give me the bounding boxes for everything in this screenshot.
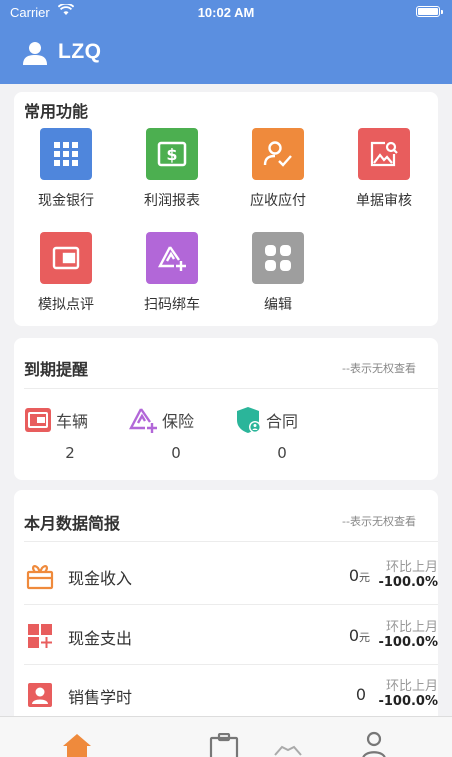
handshake-icon[interactable] [274, 743, 302, 757]
tiles-icon [252, 232, 304, 284]
func-scan-bind-car[interactable]: 扫码绑车 [127, 232, 217, 314]
grid-apps-icon [40, 128, 92, 180]
func-label: 扫码绑车 [144, 297, 200, 313]
due-item-insurance[interactable]: 保险 0 [128, 406, 238, 466]
home-icon[interactable] [62, 733, 92, 757]
stat-compare-label: 环比上月 [385, 679, 438, 694]
shield-user-icon [237, 407, 261, 433]
func-label: 现金银行 [38, 193, 94, 209]
stat-compare-value: -100.0% [378, 635, 438, 650]
divider [24, 604, 438, 605]
func-edit[interactable]: 编辑 [233, 232, 323, 314]
user-icon[interactable] [22, 41, 48, 65]
stat-value: 0元 [348, 626, 370, 645]
gift-icon [26, 565, 54, 590]
wallet-icon [25, 408, 51, 432]
stat-value: 0元 [348, 566, 370, 585]
stat-row-cash-expense[interactable]: 现金支出 0元 环比上月 -100.0% [14, 606, 438, 664]
dollar-receipt-icon: $ [146, 128, 198, 180]
due-count: 0 [171, 444, 181, 462]
due-item-vehicle[interactable]: 车辆 2 [24, 406, 134, 466]
scan-add-icon [146, 232, 198, 284]
scan-add-icon [129, 408, 157, 433]
section-title: 到期提醒 [24, 360, 89, 379]
stat-row-cash-income[interactable]: 现金收入 0元 环比上月 -100.0% [14, 546, 438, 604]
due-label: 车辆 [56, 412, 89, 431]
func-label: 编辑 [264, 297, 292, 313]
stat-label: 现金收入 [68, 569, 133, 588]
stat-label: 现金支出 [68, 629, 133, 648]
wallet-icon [40, 232, 92, 284]
username: LZQ [58, 40, 102, 63]
func-receivable-payable[interactable]: 应收应付 [233, 128, 323, 210]
func-label: 单据审核 [356, 193, 412, 209]
due-count: 2 [65, 444, 75, 462]
header-bar: LZQ [0, 24, 452, 84]
svg-text:$: $ [166, 145, 177, 164]
stat-label: 销售学时 [68, 688, 133, 707]
func-cash-bank[interactable]: 现金银行 [21, 128, 111, 210]
stat-value: 0 [355, 685, 366, 704]
section-title: 本月数据简报 [24, 514, 121, 533]
user-check-icon [252, 128, 304, 180]
func-document-audit[interactable]: 单据审核 [339, 128, 429, 210]
stat-row-sales-hours[interactable]: 销售学时 0 环比上月 -100.0% [14, 665, 438, 723]
divider [24, 541, 438, 542]
func-label: 应收应付 [250, 193, 306, 209]
divider [24, 388, 438, 389]
status-bar: Carrier 10:02 AM [0, 0, 452, 24]
tab-bar [0, 716, 452, 757]
func-label: 利润报表 [144, 193, 200, 209]
due-count: 0 [277, 444, 287, 462]
image-search-icon [358, 128, 410, 180]
stat-compare-label: 环比上月 [385, 620, 438, 635]
stat-compare-value: -100.0% [378, 694, 438, 709]
tiles-add-icon [28, 624, 52, 648]
stat-compare-value: -100.0% [378, 575, 438, 590]
person-icon[interactable] [360, 731, 388, 757]
due-label: 合同 [266, 412, 299, 431]
person-card-icon [28, 683, 52, 707]
stat-compare-label: 环比上月 [385, 560, 438, 575]
section-title: 常用功能 [24, 102, 89, 121]
no-permission-hint: --表示无权查看 [342, 515, 416, 528]
func-simulated-review[interactable]: 模拟点评 [21, 232, 111, 314]
due-item-contract[interactable]: 合同 0 [236, 406, 346, 466]
status-time: 10:02 AM [197, 5, 255, 20]
battery-icon [416, 6, 443, 17]
no-permission-hint: --表示无权查看 [342, 362, 416, 375]
func-label: 模拟点评 [38, 297, 94, 313]
clipboard-icon[interactable] [209, 732, 239, 757]
due-label: 保险 [162, 412, 195, 431]
func-profit-report[interactable]: $ 利润报表 [127, 128, 217, 210]
